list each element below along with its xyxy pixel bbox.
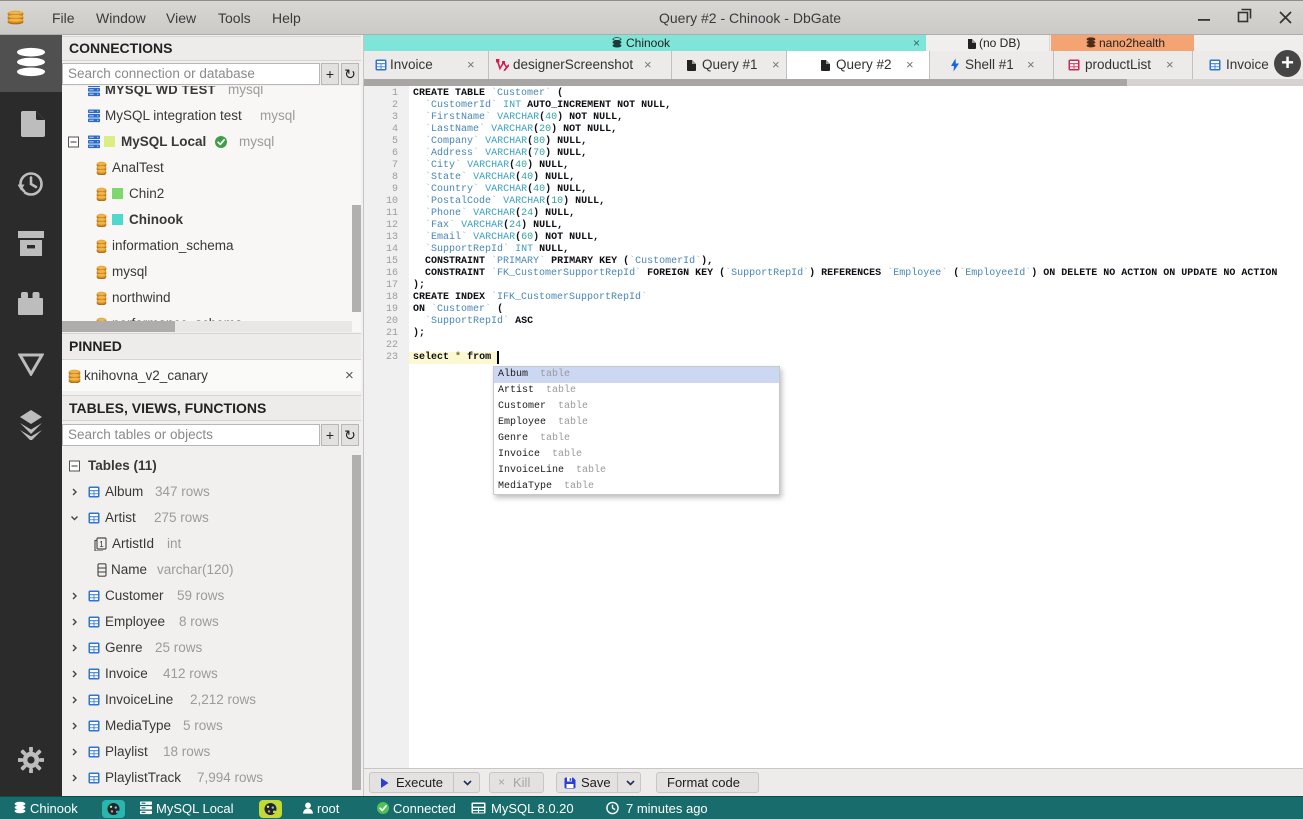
svg-text:1: 1 xyxy=(99,540,104,549)
